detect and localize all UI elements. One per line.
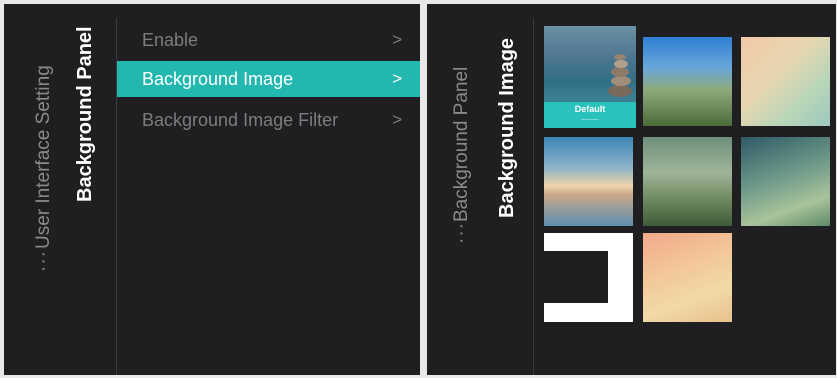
settings-panel-left: ··· User Interface Setting Background Pa… [4, 4, 420, 375]
breadcrumb-current: Background Image [496, 37, 518, 218]
column-divider [533, 18, 534, 375]
thumbnail-sky-green[interactable] [643, 37, 732, 126]
breadcrumb-current: Background Panel [74, 26, 96, 202]
breadcrumb-more-dots[interactable]: ··· [33, 250, 55, 272]
chevron-right-icon: > [392, 30, 402, 49]
breadcrumb-parent[interactable]: Background Panel [451, 67, 473, 222]
menu-item-background-image[interactable]: Background Image > [117, 61, 420, 97]
chevron-right-icon: > [392, 110, 402, 129]
menu-item-background-image-filter[interactable]: Background Image Filter > [117, 102, 420, 138]
thumbnail-white-frame[interactable] [544, 233, 633, 322]
default-thumbnail-label: Default ───── [544, 102, 636, 128]
thumbnail-sunset-blue[interactable] [544, 137, 633, 226]
settings-panel-right: ··· Background Panel Background Image De… [427, 4, 836, 375]
default-thumbnail-sublabel: ───── [581, 117, 599, 123]
menu-item-enable[interactable]: Enable > [117, 22, 420, 58]
thumbnail-peach[interactable] [643, 233, 732, 322]
thumbnail-pastel-warm[interactable] [741, 37, 830, 126]
breadcrumb-more-dots[interactable]: ··· [451, 222, 473, 244]
chevron-right-icon: > [392, 69, 402, 88]
menu-item-label: Background Image [142, 69, 294, 89]
breadcrumb-parent[interactable]: User Interface Setting [33, 65, 55, 249]
menu-item-label: Background Image Filter [142, 110, 339, 130]
thumbnail-teal-green[interactable] [741, 137, 830, 226]
thumbnail-forest-green[interactable] [643, 137, 732, 226]
thumbnail-default[interactable]: Default ───── [544, 26, 636, 128]
menu-item-label: Enable [142, 30, 199, 50]
frame-inner-cutout [544, 251, 608, 303]
